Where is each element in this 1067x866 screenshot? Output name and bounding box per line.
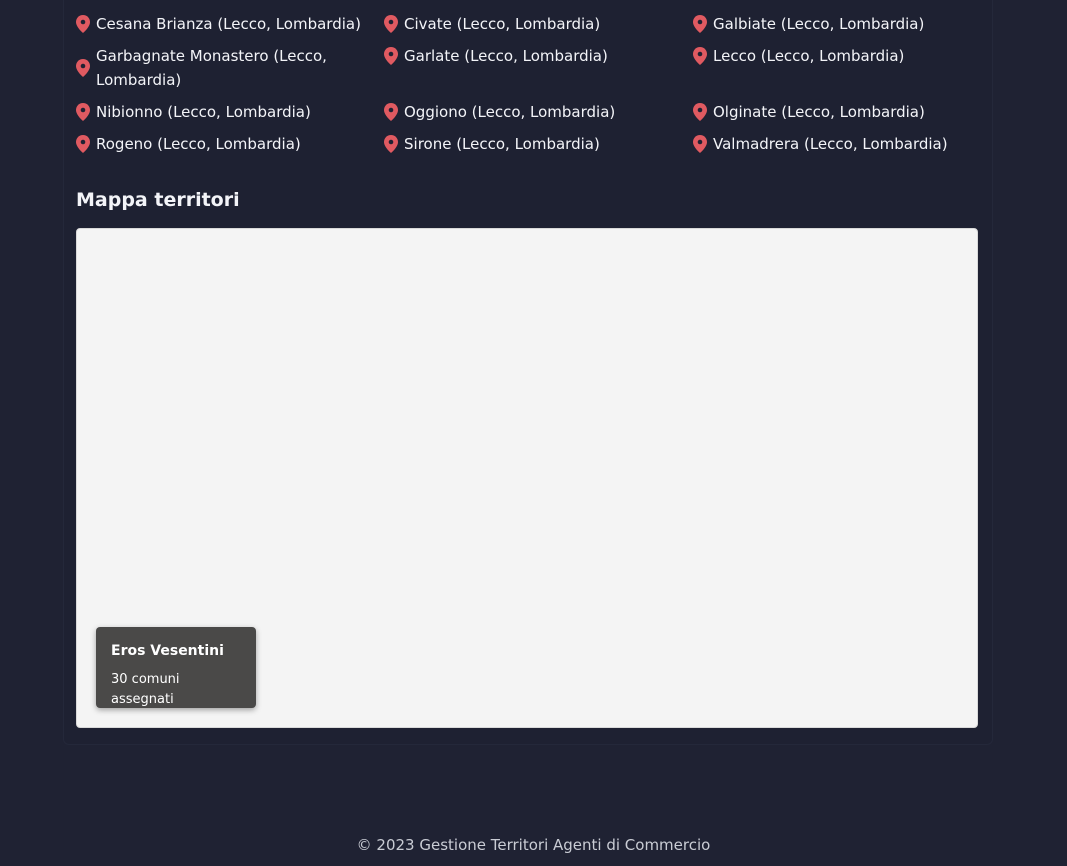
municipality-list: Cesana Brianza (Lecco, Lombardia) Civate… [76,12,978,156]
municipality-item: Lecco (Lecco, Lombardia) [693,44,978,92]
municipality-label: Sirone (Lecco, Lombardia) [404,135,600,153]
municipality-label: Cesana Brianza (Lecco, Lombardia) [96,15,361,33]
map-marker-icon [693,103,707,121]
municipality-item: Valmadrera (Lecco, Lombardia) [693,132,978,156]
map-marker-icon [76,15,90,33]
map-marker-icon [76,103,90,121]
municipality-item: Olginate (Lecco, Lombardia) [693,100,978,124]
map-marker-icon [693,135,707,153]
legend-agent-name: Eros Vesentini [111,643,224,659]
map-marker-icon [76,135,90,153]
map-marker-icon [384,15,398,33]
municipality-item: Galbiate (Lecco, Lombardia) [693,12,978,36]
municipality-label: Civate (Lecco, Lombardia) [404,15,601,33]
municipality-label: Valmadrera (Lecco, Lombardia) [713,135,948,153]
map-marker-icon [693,47,707,65]
municipality-item: Rogeno (Lecco, Lombardia) [76,132,384,156]
municipality-item: Sirone (Lecco, Lombardia) [384,132,693,156]
map-marker-icon [384,103,398,121]
legend-assigned-count: 30 comuni assegnati [111,672,180,707]
footer-copyright: © 2023 Gestione Territori Agenti di Comm… [356,836,711,854]
municipality-label: Galbiate (Lecco, Lombardia) [713,15,925,33]
municipality-label: Garlate (Lecco, Lombardia) [404,47,608,65]
municipality-item: Civate (Lecco, Lombardia) [384,12,693,36]
municipality-item: Garlate (Lecco, Lombardia) [384,44,693,92]
municipality-label: Oggiono (Lecco, Lombardia) [404,103,616,121]
municipality-item: Garbagnate Monastero (Lecco, Lombardia) [76,44,384,92]
map-marker-icon [384,135,398,153]
municipality-label: Lecco (Lecco, Lombardia) [713,47,905,65]
map-marker-icon [76,59,90,77]
territory-map[interactable]: Eros Vesentini 30 comuni assegnati [76,228,978,728]
municipality-item: Oggiono (Lecco, Lombardia) [384,100,693,124]
municipality-label: Nibionno (Lecco, Lombardia) [96,103,311,121]
map-legend: Eros Vesentini 30 comuni assegnati [96,627,256,708]
municipality-label: Garbagnate Monastero (Lecco, Lombardia) [96,47,327,89]
municipality-item: Nibionno (Lecco, Lombardia) [76,100,384,124]
municipality-item: Cesana Brianza (Lecco, Lombardia) [76,12,384,36]
municipality-label: Olginate (Lecco, Lombardia) [713,103,925,121]
municipality-label: Rogeno (Lecco, Lombardia) [96,135,301,153]
map-section-title: Mappa territori [76,189,240,211]
map-marker-icon [693,15,707,33]
map-marker-icon [384,47,398,65]
